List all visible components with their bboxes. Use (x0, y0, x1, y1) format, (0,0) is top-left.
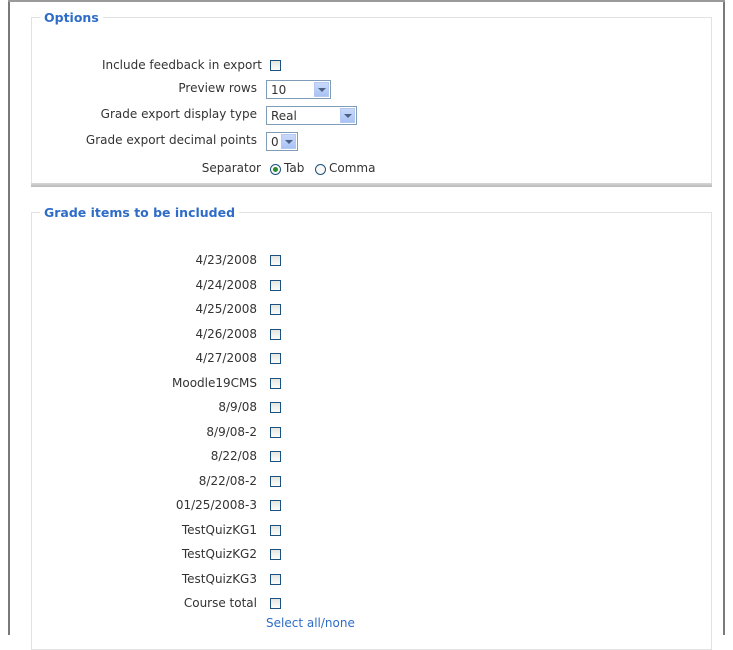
preview-rows-select[interactable]: 10 (266, 80, 331, 99)
grade-item-row: 8/9/08 (31, 398, 257, 418)
chevron-down-icon (314, 82, 329, 97)
grade-items-legend: Grade items to be included (44, 205, 236, 220)
display-type-select[interactable]: Real (266, 106, 357, 125)
display-type-row: Grade export display type (31, 105, 257, 125)
separator-tab-radio[interactable] (270, 164, 281, 175)
grade-item-label: Course total (183, 596, 257, 610)
grade-item-row: 4/26/2008 (31, 325, 257, 345)
decimal-points-select[interactable]: 0 (266, 132, 298, 151)
grade-item-label: 4/24/2008 (195, 278, 257, 292)
grade-item-checkbox[interactable] (270, 304, 281, 315)
grade-item-row: 4/27/2008 (31, 349, 257, 369)
grade-item-checkbox[interactable] (270, 353, 281, 364)
window-border-top (8, 0, 725, 2)
grade-item-label: 4/23/2008 (195, 253, 257, 267)
grade-item-row: TestQuizKG3 (31, 570, 257, 590)
window-border-right (723, 0, 725, 635)
grade-item-checkbox[interactable] (270, 378, 281, 389)
grade-item-row: TestQuizKG2 (31, 545, 257, 565)
separator-row: Separator (31, 159, 261, 179)
chevron-down-icon (281, 134, 296, 149)
include-feedback-checkbox[interactable] (270, 60, 281, 71)
grade-item-label: 8/22/08 (210, 449, 257, 463)
grade-item-checkbox[interactable] (270, 476, 281, 487)
grade-item-checkbox[interactable] (270, 525, 281, 536)
grade-item-label: 8/9/08 (218, 400, 257, 414)
grade-item-checkbox[interactable] (270, 500, 281, 511)
grade-item-label: 4/25/2008 (195, 302, 257, 316)
grade-item-checkbox[interactable] (270, 451, 281, 462)
grade-item-row: 4/23/2008 (31, 251, 257, 271)
grade-item-label: TestQuizKG3 (181, 572, 257, 586)
grade-item-checkbox[interactable] (270, 255, 281, 266)
grade-item-row: Course total (31, 594, 257, 614)
grade-item-checkbox[interactable] (270, 402, 281, 413)
grade-item-row: TestQuizKG1 (31, 521, 257, 541)
grade-item-row: Moodle19CMS (31, 374, 257, 394)
grade-item-checkbox[interactable] (270, 598, 281, 609)
grade-item-row: 8/22/08 (31, 447, 257, 467)
grade-item-row: 4/25/2008 (31, 300, 257, 320)
grade-item-label: 8/22/08-2 (198, 474, 257, 488)
grade-item-checkbox[interactable] (270, 329, 281, 340)
decimal-points-label: Grade export decimal points (85, 133, 257, 147)
grade-item-checkbox[interactable] (270, 427, 281, 438)
display-type-label: Grade export display type (100, 107, 257, 121)
preview-rows-row: Preview rows (31, 79, 257, 99)
grade-item-checkbox[interactable] (270, 574, 281, 585)
grade-item-checkbox[interactable] (270, 549, 281, 560)
grade-item-row: 4/24/2008 (31, 276, 257, 296)
preview-rows-label: Preview rows (178, 81, 257, 95)
include-feedback-label: Include feedback in export (101, 58, 262, 72)
grade-item-checkbox[interactable] (270, 280, 281, 291)
options-legend: Options (44, 10, 99, 25)
grade-item-label: Moodle19CMS (172, 376, 257, 390)
grade-item-row: 8/9/08-2 (31, 423, 257, 443)
grade-item-label: TestQuizKG1 (181, 523, 257, 537)
include-feedback-row: Include feedback in export (31, 56, 262, 76)
separator-label: Separator (201, 161, 261, 175)
grade-item-label: 4/26/2008 (195, 327, 257, 341)
window-border-left (8, 0, 10, 635)
display-type-value: Real (271, 109, 297, 123)
decimal-points-value: 0 (271, 135, 279, 149)
preview-rows-value: 10 (271, 83, 287, 97)
separator-comma-radio[interactable] (315, 164, 326, 175)
separator-tab-label[interactable]: Tab (284, 161, 304, 175)
grade-item-label: 4/27/2008 (195, 351, 257, 365)
chevron-down-icon (340, 108, 355, 123)
grade-item-label: 8/9/08-2 (206, 425, 257, 439)
grade-item-row: 01/25/2008-3 (31, 496, 257, 516)
separator-comma-label[interactable]: Comma (329, 161, 375, 175)
decimal-points-row: Grade export decimal points (31, 131, 257, 151)
grade-item-label: 01/25/2008-3 (175, 498, 257, 512)
grade-item-label: TestQuizKG2 (181, 547, 257, 561)
section-divider (31, 183, 712, 187)
grade-item-row: 8/22/08-2 (31, 472, 257, 492)
select-all-none-link[interactable]: Select all/none (266, 616, 355, 630)
